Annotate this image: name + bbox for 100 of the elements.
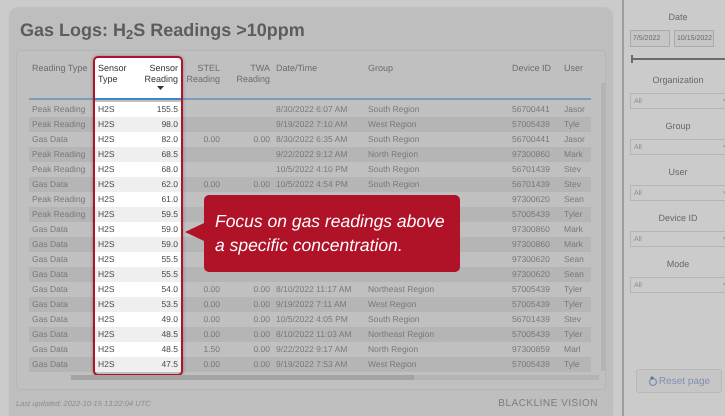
table-cell-text: Mark [563, 238, 584, 251]
table-cell: 82.0 [137, 132, 181, 147]
table-cell-text: Tyle [563, 118, 581, 131]
table-cell-text: Gas Data [31, 133, 69, 146]
filter-label: User [667, 167, 688, 177]
table-cell-text: West Region [367, 298, 418, 311]
table-cell: 68.0 [137, 162, 181, 177]
table-cell: 55.5 [137, 252, 181, 267]
table-cell-text: 10/5/2022 4:10 PM [275, 163, 349, 176]
callout-text: Focus on gas readings above a specific concentration. [215, 210, 446, 257]
table-cell-text: 57005439 [511, 358, 551, 371]
column-header[interactable]: Group [365, 63, 509, 100]
table-cell: H2S [95, 222, 137, 237]
table-cell-text: 0.00 [202, 283, 221, 296]
date-range-slider[interactable] [630, 55, 725, 63]
table-cell-text: Tyle [563, 358, 581, 371]
table-cell-text: Mark [563, 223, 584, 236]
filter-label: Group [664, 121, 692, 131]
table-cell-text: South Region [367, 313, 421, 326]
table-cell: 155.5 [137, 102, 181, 117]
table-cell: 68.5 [137, 147, 181, 162]
sort-descending-icon [157, 86, 164, 90]
table-cell: H2S [95, 252, 137, 267]
table-cell: H2S [95, 312, 137, 327]
table-cell: 48.5 [137, 342, 181, 357]
table-cell-text: 57005439 [511, 283, 551, 296]
table-cell-text: 0.00 [252, 313, 271, 326]
table-cell-text: Peak Reading [31, 148, 86, 161]
filter-label: Organization [651, 75, 705, 85]
table-cell-text: Gas Data [31, 298, 69, 311]
table-cell: H2S [95, 162, 137, 177]
table-cell-text: 56701439 [511, 313, 551, 326]
table-cell-text: Stev [563, 178, 582, 191]
table-cell: H2S [95, 192, 137, 207]
table-cell-text: 0.00 [252, 328, 271, 341]
table-cell-text: South Region [367, 163, 421, 176]
table-cell-text: Gas Data [31, 283, 69, 296]
column-header[interactable]: Device ID [509, 63, 561, 100]
table-cell-text: 0.00 [202, 298, 221, 311]
table-cell: 54.0 [137, 282, 181, 297]
table-cell-text: 57005439 [511, 328, 551, 341]
table-cell-text: Northeast Region [367, 283, 436, 296]
table-cell-text: Peak Reading [31, 103, 86, 116]
table-cell-text: 56701439 [511, 163, 551, 176]
table-cell-text: 8/30/2022 6:07 AM [275, 103, 348, 116]
reset-page-button[interactable]: Reset page [636, 369, 722, 393]
page-title: Gas Logs: H$_{2}$S Readings >10ppm [19, 19, 306, 44]
horizontal-scrollbar[interactable] [71, 375, 599, 380]
filter-label: Device ID [657, 213, 698, 223]
table-cell-text: 0.00 [252, 283, 271, 296]
table-cell-text: Peak Reading [31, 193, 86, 206]
column-header[interactable]: User [561, 63, 591, 100]
table-cell-text: 0.00 [252, 133, 271, 146]
table-cell-text: 57005439 [511, 298, 551, 311]
table-cell: H2S [95, 357, 137, 372]
table-cell-text: Tyler [563, 283, 584, 296]
table-cell-text: 8/10/2022 11:17 AM [275, 283, 352, 296]
table-cell-text: 0.00 [252, 358, 271, 371]
table-cell-text: North Region [367, 343, 420, 356]
table-cell: 53.5 [137, 297, 181, 312]
table-cell-text: 9/22/2022 9:17 AM [275, 343, 348, 356]
column-header[interactable]: Sensor Type [95, 58, 137, 100]
table-cell-text: 9/22/2022 9:12 AM [275, 148, 348, 161]
table-cell-text: Sean [563, 268, 585, 281]
table-cell-text: 9/19/2022 7:11 AM [275, 298, 348, 311]
filter-label: Mode [666, 259, 690, 269]
table-cell-text: Gas Data [31, 223, 69, 236]
table-cell-text: South Region [367, 103, 421, 116]
table-cell-text: Jasor [563, 103, 586, 116]
scrollbar-thumb[interactable] [71, 375, 414, 380]
table-cell: 59.0 [137, 222, 181, 237]
table-cell-text: 8/30/2022 6:35 AM [275, 133, 348, 146]
table-cell-text: 97300860 [511, 148, 551, 161]
column-header[interactable]: TWA Reading [223, 63, 273, 100]
table-cell: 55.5 [137, 267, 181, 282]
table-cell: 49.0 [137, 312, 181, 327]
table-cell-text: 1.50 [202, 343, 221, 356]
table-cell: H2S [95, 327, 137, 342]
table-cell-text: South Region [367, 178, 421, 191]
table-cell-text: Gas Data [31, 343, 69, 356]
table-cell-text: 97300620 [511, 253, 551, 266]
table-cell-text: 57005439 [511, 208, 551, 221]
table-cell-text: 56700441 [511, 103, 551, 116]
table-cell-text: 0.00 [202, 358, 221, 371]
table-cell: 48.5 [137, 327, 181, 342]
table-cell-text: 9/19/2022 7:53 AM [275, 358, 348, 371]
table-cell-text: Gas Data [31, 253, 69, 266]
table-cell-text: Jasor [563, 133, 586, 146]
column-header[interactable]: Sensor Reading [137, 58, 181, 100]
table-cell: H2S [95, 237, 137, 252]
table-cell-text: Gas Data [31, 328, 69, 341]
table-cell-text: 0.00 [202, 178, 221, 191]
table-cell: H2S [95, 297, 137, 312]
table-cell-text: 97300859 [511, 343, 551, 356]
table-cell-text: Mark [563, 148, 584, 161]
column-header[interactable]: Date/Time [273, 63, 365, 100]
table-cell-text: Tyler [563, 298, 584, 311]
column-header[interactable]: STEL Reading [181, 63, 223, 100]
table-cell-text: 97300620 [511, 193, 551, 206]
table-cell-text: Gas Data [31, 178, 69, 191]
